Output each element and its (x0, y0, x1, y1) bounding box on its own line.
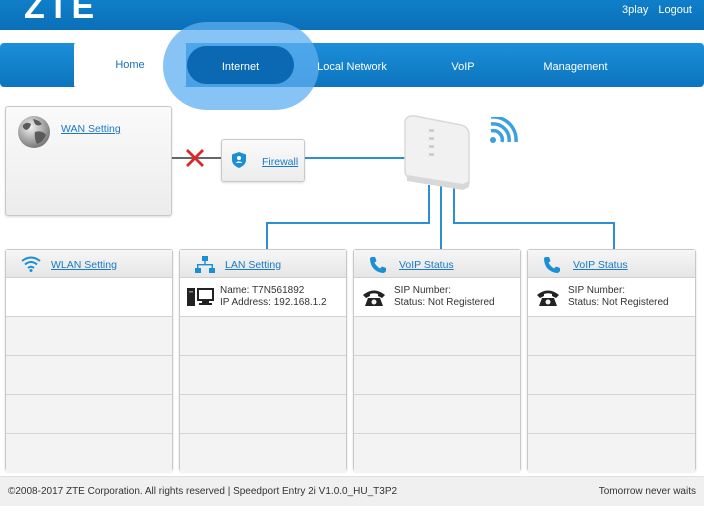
wan-setting-link[interactable]: WAN Setting (61, 123, 121, 135)
list-item (528, 434, 695, 473)
top-links: 3play Logout (622, 4, 692, 16)
lan-setting-link[interactable]: LAN Setting (225, 259, 281, 271)
list-item (6, 434, 172, 473)
list-item (6, 317, 172, 356)
firewall-panel: Firewall (221, 139, 305, 182)
lan-card: LAN Setting Name: T7N561892 IP Address: … (179, 249, 347, 473)
voip-sip-number-2: SIP Number: (568, 285, 626, 296)
zte-logo: ZTE (24, 0, 98, 26)
list-item: SIP Number: Status: Not Registered (354, 278, 520, 317)
voip-card-1-header: VoIP Status (354, 250, 520, 278)
nav-management-tab[interactable]: Management (538, 45, 613, 89)
list-item (180, 356, 346, 395)
router-wire-voip2 (453, 222, 615, 224)
voip-card-1: VoIP Status SIP Number: Status: Not Regi… (353, 249, 521, 473)
list-item (6, 278, 172, 317)
router-wire-lan (266, 222, 430, 224)
router-wire-voip2-drop (613, 222, 615, 249)
voip-status-link-2[interactable]: VoIP Status (573, 259, 628, 271)
router-wire-lan-drop (266, 222, 268, 249)
telephone-icon (363, 290, 385, 306)
footer: ©2008-2017 ZTE Corporation. All rights r… (0, 476, 704, 506)
wireless-signal-icon (490, 117, 518, 143)
nav-voip-tab[interactable]: VoIP (438, 45, 488, 89)
voip-status-1: Status: Not Registered (394, 297, 495, 308)
list-item: SIP Number: Status: Not Registered (528, 278, 695, 317)
list-item (180, 434, 346, 473)
list-item (6, 395, 172, 434)
list-item (528, 317, 695, 356)
list-item: Name: T7N561892 IP Address: 192.168.1.2 (180, 278, 346, 317)
lan-device-name: Name: T7N561892 (220, 285, 305, 296)
firewall-router-wire (305, 157, 405, 159)
firewall-link[interactable]: Firewall (262, 156, 298, 168)
voip-card-2-header: VoIP Status (528, 250, 695, 278)
voip-card-2: VoIP Status SIP Number: Status: Not Regi… (527, 249, 696, 473)
network-icon (195, 256, 215, 273)
list-item (354, 317, 520, 356)
globe-icon (18, 116, 50, 148)
list-item (6, 356, 172, 395)
phone-icon (370, 257, 386, 273)
list-item (180, 317, 346, 356)
wlan-card: WLAN Setting (5, 249, 173, 473)
wan-setting-panel: WAN Setting (5, 106, 172, 216)
voip-sip-number-1: SIP Number: (394, 285, 452, 296)
3play-link[interactable]: 3play (622, 4, 648, 16)
router-icon (404, 115, 470, 190)
wifi-icon (21, 256, 41, 272)
voip-status-2: Status: Not Registered (568, 297, 669, 308)
red-x-icon (186, 149, 204, 167)
lan-ip-address: IP Address: 192.168.1.2 (220, 297, 327, 308)
shield-icon (232, 152, 246, 168)
list-item (180, 395, 346, 434)
top-header: ZTE 3play Logout (0, 0, 704, 30)
logout-link[interactable]: Logout (658, 4, 692, 16)
list-item (354, 356, 520, 395)
lan-card-header: LAN Setting (180, 250, 346, 278)
router-wire-voip1 (440, 185, 442, 249)
computer-icon (187, 288, 214, 306)
wlan-card-header: WLAN Setting (6, 250, 172, 278)
phone-icon (544, 257, 560, 273)
list-item (354, 395, 520, 434)
list-item (354, 434, 520, 473)
nav-internet-label[interactable]: Internet (187, 45, 294, 89)
voip-status-link-1[interactable]: VoIP Status (399, 259, 454, 271)
list-item (528, 395, 695, 434)
list-item (528, 356, 695, 395)
footer-copyright: ©2008-2017 ZTE Corporation. All rights r… (8, 486, 398, 497)
telephone-icon (537, 290, 559, 306)
nav-local-network-tab[interactable]: Local Network (312, 45, 392, 89)
wlan-setting-link[interactable]: WLAN Setting (51, 259, 117, 271)
footer-slogan: Tomorrow never waits (598, 486, 696, 497)
